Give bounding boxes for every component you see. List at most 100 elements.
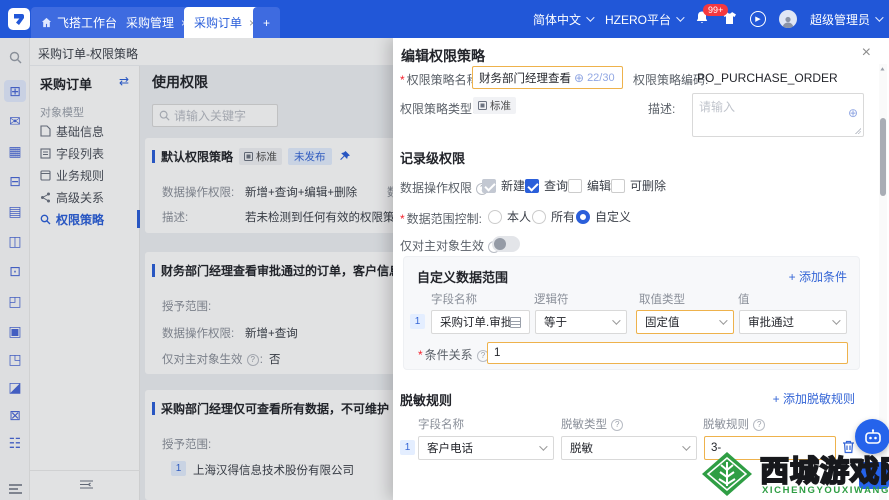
tree-item-label: 基础信息 bbox=[56, 124, 105, 139]
new-tab-button[interactable]: + bbox=[253, 7, 280, 38]
master-toggle[interactable] bbox=[492, 236, 520, 252]
checkbox-edit[interactable]: 编辑 bbox=[568, 177, 611, 194]
checkbox-create[interactable]: 新建 bbox=[482, 177, 525, 194]
checkbox-icon[interactable] bbox=[568, 178, 582, 193]
char-counter: 22/30 bbox=[587, 71, 615, 84]
rail-app-icon-4[interactable]: ⊟ bbox=[4, 170, 26, 192]
checkbox-delete[interactable]: 可删除 bbox=[611, 177, 666, 194]
tree-item-label: 字段列表 bbox=[56, 146, 105, 161]
search-input[interactable]: 请输入关键字 bbox=[152, 104, 278, 127]
globe-icon[interactable]: ⊕ bbox=[848, 106, 858, 120]
add-condition-link[interactable]: + 添加条件 bbox=[789, 268, 847, 285]
rail-glyph: ▤ bbox=[8, 202, 22, 219]
add-mask-rule-link[interactable]: + 添加脱敏规则 bbox=[773, 390, 855, 407]
radio-icon[interactable] bbox=[488, 209, 502, 224]
close-icon[interactable]: × bbox=[862, 44, 871, 62]
policy-card-purchase[interactable]: 采购部门经理仅可查看所有数据，不可维护 标准 授予范围: 1 上海汉得信息技术股… bbox=[145, 390, 439, 500]
policy-card-default[interactable]: 默认权限策略 标准 未发布 数据操作权限: 新增+查询+编辑+删除 数据范围控制… bbox=[145, 138, 498, 233]
radio-icon[interactable] bbox=[532, 209, 546, 224]
list-icon bbox=[40, 147, 51, 159]
relation-input[interactable] bbox=[487, 342, 848, 364]
tree-item-permission-policy[interactable]: 权限策略 bbox=[30, 209, 140, 229]
chevron-down-icon bbox=[612, 316, 621, 325]
obscured-floating-button[interactable] bbox=[859, 462, 889, 489]
tree-item-advanced-relations[interactable]: 高级关系 bbox=[30, 187, 140, 207]
description-value[interactable] bbox=[693, 94, 843, 134]
rail-app-icon-6[interactable]: ◫ bbox=[4, 230, 26, 252]
relation-value[interactable] bbox=[494, 347, 834, 359]
guide-play-button[interactable]: ▶ bbox=[749, 11, 766, 27]
resize-handle-icon[interactable] bbox=[854, 127, 861, 134]
custom-range-card: 自定义数据范围 + 添加条件 字段名称 逻辑符 取值类型 值 1 采购订单.审批… bbox=[403, 256, 860, 370]
rail-app-icon-12[interactable]: ⊠ bbox=[4, 404, 26, 426]
rail-app-icon-1[interactable]: ⊞ bbox=[4, 80, 26, 102]
rail-app-icon-11[interactable]: ◪ bbox=[4, 376, 26, 398]
rail-glyph: ⊞ bbox=[9, 82, 21, 99]
rail-app-icon-9[interactable]: ▣ bbox=[4, 320, 26, 342]
chevron-down-icon bbox=[719, 316, 728, 325]
field-name-select[interactable]: 采购订单.审批状态 bbox=[431, 310, 530, 334]
operator-select[interactable]: 等于 bbox=[535, 310, 627, 334]
rail-app-icon-5[interactable]: ▤ bbox=[4, 200, 26, 222]
rail-app-icon-10[interactable]: ◳ bbox=[4, 348, 26, 370]
rail-app-icon-2[interactable]: ✉ bbox=[4, 110, 26, 132]
globe-icon[interactable]: ⊕ bbox=[574, 71, 584, 85]
col-header: 字段名称 bbox=[418, 419, 464, 431]
rail-glyph: ⊟ bbox=[9, 172, 21, 189]
radio-custom[interactable]: 自定义 bbox=[576, 208, 631, 225]
mask-section-title: 脱敏规则 bbox=[400, 393, 453, 408]
language-switcher[interactable]: 简体中文 bbox=[533, 11, 595, 28]
avatar[interactable] bbox=[778, 10, 797, 28]
checkbox-icon[interactable] bbox=[482, 178, 496, 193]
rail-glyph: ◫ bbox=[8, 232, 22, 249]
col-header: 脱敏规则 ? bbox=[703, 416, 766, 432]
mask-type-select[interactable]: 脱敏 bbox=[561, 436, 697, 460]
breadcrumb-strip: 采购订单-权限策略 bbox=[30, 38, 393, 65]
app-logo-icon[interactable] bbox=[8, 8, 30, 30]
custom-range-title: 自定义数据范围 bbox=[417, 270, 509, 285]
notifications-button[interactable]: 99+ bbox=[695, 4, 729, 28]
policy-name-input[interactable]: ⊕ 22/30 bbox=[472, 66, 623, 89]
topbar-right: 简体中文 HZERO平台 99+ ▶ 超级管理员 bbox=[533, 0, 884, 38]
delete-row-button[interactable] bbox=[842, 440, 855, 457]
checkbox-icon[interactable] bbox=[525, 178, 539, 193]
assistant-floating-button[interactable] bbox=[855, 419, 889, 454]
radio-icon[interactable] bbox=[576, 209, 590, 224]
checkbox-icon[interactable] bbox=[611, 178, 625, 193]
value-type-select[interactable]: 固定值 bbox=[636, 310, 734, 334]
rail-menu-icon[interactable] bbox=[4, 478, 26, 500]
platform-switcher[interactable]: HZERO平台 bbox=[604, 11, 685, 28]
tree-item-field-list[interactable]: 字段列表 bbox=[30, 143, 140, 163]
status-badge: 未发布 bbox=[288, 148, 332, 165]
tree-item-basic-info[interactable]: 基础信息 bbox=[30, 121, 140, 141]
scroll-up-icon[interactable]: ▲ bbox=[879, 67, 886, 73]
scrollbar-thumb[interactable] bbox=[880, 118, 886, 196]
mask-rule-input[interactable] bbox=[704, 436, 836, 460]
radio-all[interactable]: 所有 bbox=[532, 208, 575, 225]
pin-icon[interactable] bbox=[338, 150, 351, 163]
swap-object-icon[interactable]: ⇄ bbox=[119, 74, 129, 88]
collapse-panel-icon[interactable] bbox=[80, 479, 93, 493]
value-select[interactable]: 审批通过 bbox=[739, 310, 847, 334]
user-menu[interactable]: 超级管理员 bbox=[810, 11, 884, 28]
rail-app-icon-13[interactable]: ☷ bbox=[4, 432, 26, 454]
mask-field-select[interactable]: 客户电话 bbox=[418, 436, 554, 460]
window-icon bbox=[40, 169, 51, 181]
rail-app-icon-8[interactable]: ◰ bbox=[4, 290, 26, 312]
mask-rule-value[interactable] bbox=[711, 442, 823, 454]
lookup-table-icon[interactable] bbox=[510, 316, 521, 328]
checkbox-query[interactable]: 查询 bbox=[525, 177, 568, 194]
play-icon: ▶ bbox=[755, 16, 761, 23]
tree-item-business-rules[interactable]: 业务规则 bbox=[30, 165, 140, 185]
rail-search-icon[interactable] bbox=[4, 46, 26, 68]
platform-label: HZERO平台 bbox=[604, 12, 671, 27]
tree-group-label: 对象模型 bbox=[40, 107, 84, 119]
tab-workbench[interactable]: 飞搭工作台 bbox=[31, 7, 128, 38]
usage-permission-panel: 使用权限 请输入关键字 默认权限策略 标准 未发布 数据操作权限: 新增+查询+… bbox=[140, 66, 498, 500]
rail-app-icon-3[interactable]: ▦ bbox=[4, 140, 26, 162]
rail-app-icon-7[interactable]: ⊡ bbox=[4, 260, 26, 282]
radio-self[interactable]: 本人 bbox=[488, 208, 531, 225]
description-textarea[interactable]: ⊕ bbox=[692, 93, 864, 137]
policy-card-finance[interactable]: 财务部门经理查看审批通过的订单，客户信息脱敏 授予范围: 数据操作权限: 新增+… bbox=[145, 252, 430, 374]
policy-name-value[interactable] bbox=[479, 71, 571, 84]
